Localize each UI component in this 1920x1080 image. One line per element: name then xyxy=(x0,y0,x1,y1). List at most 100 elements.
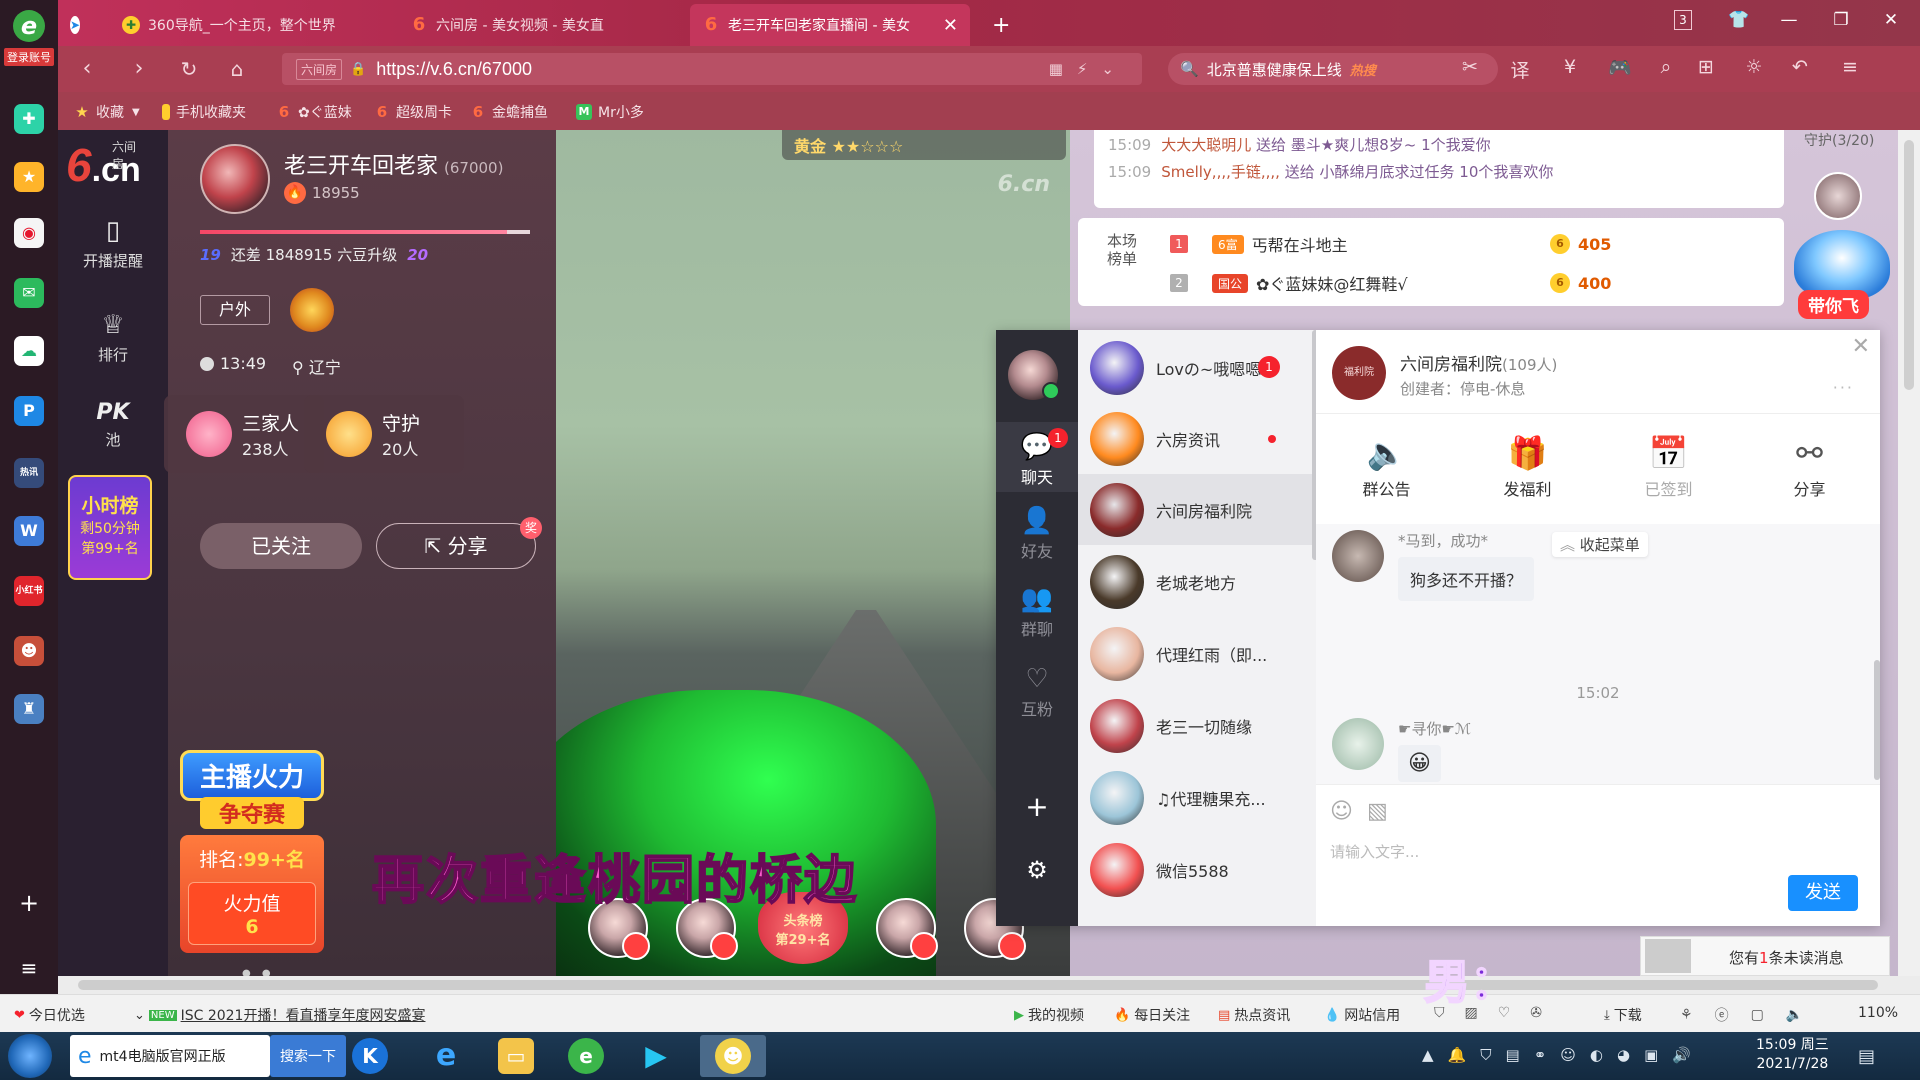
close-icon[interactable]: ✕ xyxy=(1852,334,1870,359)
action-share[interactable]: ⚯ 分享 xyxy=(1760,434,1860,524)
home-button[interactable]: ⌂ xyxy=(222,56,252,82)
more-dots-icon[interactable]: ··· xyxy=(1833,378,1854,397)
xiaohongshu-icon[interactable]: 小红书 xyxy=(14,576,44,606)
conversation-item[interactable]: 老城老地方 xyxy=(1078,546,1316,617)
image-icon[interactable]: ▧ xyxy=(1367,799,1402,824)
apps-grid-icon[interactable]: ⊞ xyxy=(1692,56,1720,78)
messages-scrollbar[interactable] xyxy=(1874,660,1880,780)
emoji-icon[interactable]: ☺ xyxy=(1330,799,1367,824)
chat-nav-mutual-fans[interactable]: ♡ 互粉 xyxy=(996,664,1078,720)
nav-live-reminder[interactable]: ▯ 开播提醒 xyxy=(58,216,168,271)
scrollbar-thumb[interactable] xyxy=(1904,140,1914,390)
taskbar-app-active[interactable]: ☻ xyxy=(700,1035,766,1077)
search-input[interactable]: 🔍 北京普惠健康保上线 热搜 xyxy=(1168,53,1498,85)
assistant-icon[interactable]: ✚ xyxy=(14,104,44,134)
plane-gift-label[interactable]: 带你飞 xyxy=(1798,290,1869,319)
refresh-button[interactable]: ↻ xyxy=(174,56,204,82)
action-announcement[interactable]: 🔈 群公告 xyxy=(1337,434,1437,524)
message-input[interactable]: 请输入文字... xyxy=(1330,841,1419,862)
vertical-scrollbar[interactable] xyxy=(1898,130,1920,976)
hot-news[interactable]: ▤ 热点资讯 xyxy=(1218,1005,1290,1025)
game-icon[interactable]: ☻ xyxy=(14,636,44,666)
back-button[interactable]: ‹ xyxy=(72,56,102,82)
p-app-icon[interactable]: P xyxy=(14,396,44,426)
login-label[interactable]: 登录账号 xyxy=(4,48,54,66)
brightness-icon[interactable]: ☼ xyxy=(1740,56,1768,78)
bookmark-fishing[interactable]: 6 金蟾捕鱼 xyxy=(470,102,548,122)
favorites-star-icon[interactable]: ★ xyxy=(14,162,44,192)
horizontal-scrollbar[interactable] xyxy=(58,976,1920,994)
anchor-avatar[interactable] xyxy=(200,144,270,214)
start-button[interactable] xyxy=(8,1034,52,1078)
close-window-button[interactable]: ✕ xyxy=(1876,10,1906,30)
restore-button[interactable]: ❐ xyxy=(1826,10,1856,30)
collapse-menu-button[interactable]: ︽ 收起菜单 xyxy=(1552,532,1648,557)
cloud-icon[interactable]: ☁ xyxy=(14,336,44,366)
6cn-logo[interactable]: 六间房 6.cn xyxy=(66,138,141,192)
taskbar-search-button[interactable]: 搜索一下 xyxy=(270,1035,346,1077)
add-icon[interactable]: + xyxy=(14,888,44,918)
menu-icon[interactable]: ≡ xyxy=(1836,56,1864,78)
my-videos[interactable]: ▶ 我的视频 xyxy=(1014,1005,1084,1025)
bookmark-lanmei[interactable]: 6 ✿ぐ蓝妹 xyxy=(276,102,352,122)
settings-gear-icon[interactable]: ⚙ xyxy=(996,856,1078,884)
bookmark-mobile[interactable]: 手机收藏夹 xyxy=(162,102,246,122)
family-card[interactable]: 三家人 238人 xyxy=(164,395,324,473)
navigation-arrow-icon[interactable]: ➤ xyxy=(58,4,82,46)
taskbar-app-explorer[interactable]: ▭ xyxy=(498,1035,534,1077)
word-doc-icon[interactable]: W xyxy=(14,516,44,546)
site-credit[interactable]: 💧 网站信用 xyxy=(1324,1005,1400,1025)
scissors-icon[interactable]: ✂ xyxy=(1456,56,1484,78)
guard-avatar[interactable] xyxy=(1814,172,1862,220)
gamepad-icon[interactable]: 🎮 xyxy=(1606,56,1634,79)
nav-pk-pool[interactable]: PK 池 xyxy=(58,400,168,450)
game-icon-2[interactable]: ♜ xyxy=(14,694,44,724)
browser-logo[interactable]: e 登录账号 xyxy=(4,10,54,70)
bookmark-weekly-card[interactable]: 6 超级周卡 xyxy=(374,102,452,122)
rank-row[interactable]: 2 国公 ✿ぐ蓝妹妹@红舞鞋√ 6 400 xyxy=(1170,271,1680,295)
follow-button[interactable]: 已关注 xyxy=(200,523,362,569)
minimize-button[interactable]: — xyxy=(1774,10,1804,30)
url-text[interactable]: https://v.6.cn/67000 xyxy=(376,59,532,80)
shirt-skin-icon[interactable]: 👕 xyxy=(1724,10,1754,30)
tab-close-icon[interactable]: ✕ xyxy=(943,15,958,36)
conversation-item[interactable]: 微信5588 xyxy=(1078,834,1316,905)
rank-row[interactable]: 1 6富 丐帮在斗地主 6 405 xyxy=(1170,232,1680,256)
taskbar-app-k[interactable]: K xyxy=(352,1035,388,1077)
daily-follow[interactable]: 🔥 每日关注 xyxy=(1114,1005,1190,1025)
group-avatar[interactable]: 福利院 xyxy=(1332,346,1386,400)
nav-ranking[interactable]: ♕ 排行 xyxy=(58,310,168,365)
medal-icon[interactable] xyxy=(290,288,334,332)
public-chat[interactable]: 15:09 大大大聪明儿 送给 墨斗★爽儿想8岁~ 1个我爱你 15:09 Smel… xyxy=(1094,130,1784,208)
my-avatar[interactable] xyxy=(1008,350,1060,400)
menu-list-icon[interactable]: ≡ xyxy=(14,953,44,983)
chat-nav-groups[interactable]: 👥 群聊 xyxy=(996,584,1078,640)
notification-center-icon[interactable]: ▤ xyxy=(1858,1046,1875,1067)
translate-icon[interactable]: 译 xyxy=(1506,56,1534,83)
message-avatar[interactable] xyxy=(1332,530,1384,582)
category-tag[interactable]: 户外 xyxy=(200,295,270,325)
share-button[interactable]: ⇱ 分享 xyxy=(376,523,536,569)
system-tray-icons[interactable]: ▲🔔⛉▤⚭☺◐◕▣🔊 xyxy=(1422,1046,1705,1064)
conversation-item[interactable]: 代理红雨（即... xyxy=(1078,618,1316,689)
mail-icon[interactable]: ✉ xyxy=(14,278,44,308)
send-button[interactable]: 发送 xyxy=(1788,875,1858,911)
conversation-item[interactable]: 老三一切随缘 xyxy=(1078,690,1316,761)
magnifier-icon[interactable]: ⌕ xyxy=(1652,56,1680,78)
taskbar-search-box[interactable]: e mt4电脑版官网正版 xyxy=(70,1035,270,1077)
tab-counter[interactable]: 3 xyxy=(1674,10,1692,30)
status-news[interactable]: ⌄ NEW ISC 2021开播！看直播享年度网安盛宴 xyxy=(134,1005,425,1025)
tab-live-room[interactable]: 6 老三开车回老家直播间 - 美女 ✕ xyxy=(690,4,970,46)
daily-picks[interactable]: ❤ 今日优选 xyxy=(14,1005,85,1025)
hour-ranking-badge[interactable]: 小时榜 剩50分钟 第99+名 xyxy=(68,475,152,580)
action-send-welfare[interactable]: 🎁 发福利 xyxy=(1478,434,1578,524)
conversation-item[interactable]: ♫代理糖果充... xyxy=(1078,762,1316,833)
conversation-item[interactable]: 六间房福利院 xyxy=(1078,474,1316,545)
undo-icon[interactable]: ↶ xyxy=(1786,56,1814,78)
add-icon[interactable]: + xyxy=(996,790,1078,823)
bookmark-mr-xiaoduo[interactable]: M Mr小多 xyxy=(576,102,644,122)
news-app-icon[interactable]: 热讯 xyxy=(14,458,44,488)
new-tab-button[interactable]: + xyxy=(980,4,1022,46)
conversation-item[interactable]: 六房资讯 xyxy=(1078,403,1316,474)
coin-icon[interactable]: ¥ xyxy=(1556,56,1584,78)
